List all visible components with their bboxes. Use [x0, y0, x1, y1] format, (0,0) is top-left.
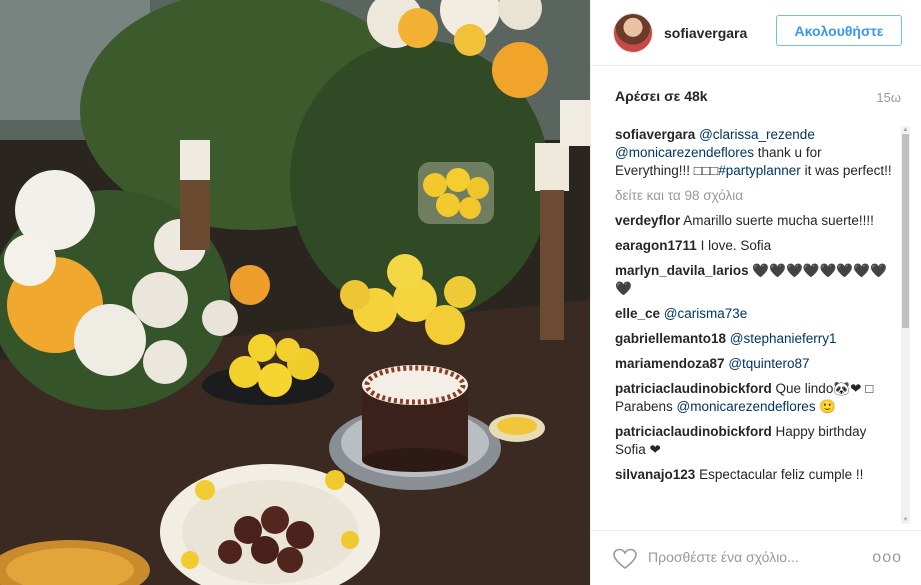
post-details-panel: sofiavergara Ακολουθήστε Αρέσει σε 48k 1…: [590, 0, 921, 585]
comment-author[interactable]: gabriellemanto18: [615, 331, 726, 346]
comment-mention[interactable]: @stephanieferry1: [726, 331, 837, 346]
more-options-icon[interactable]: ooo: [872, 549, 902, 567]
caption-text: it was perfect!!: [800, 163, 892, 178]
comment-author[interactable]: earagon1711: [615, 238, 697, 253]
profile-avatar[interactable]: [613, 12, 653, 53]
comment-item: marlyn_davila_larios 🖤🖤🖤🖤🖤🖤🖤🖤🖤: [615, 262, 895, 298]
comment-item: silvanajo123 Espectacular feliz cumple !…: [615, 466, 895, 484]
scroll-down-arrow-icon[interactable]: ▼: [901, 516, 910, 524]
comment-author[interactable]: marlyn_davila_larios: [615, 263, 749, 278]
header-username[interactable]: sofiavergara: [664, 25, 747, 41]
post-footer: Προσθέστε ένα σχόλιο... ooo: [591, 530, 921, 585]
scroll-up-arrow-icon[interactable]: ▲: [901, 126, 910, 134]
scrollbar-thumb[interactable]: [902, 134, 909, 328]
comment-item: patriciaclaudinobickford Que lindo🐼❤ □ P…: [615, 380, 895, 416]
caption-mention[interactable]: @monicarezendeflores: [615, 145, 754, 160]
comments-list[interactable]: sofiavergara @clarissa_rezende @monicare…: [615, 126, 895, 524]
comment-author[interactable]: verdeyflor: [615, 213, 680, 228]
instagram-post-view: sofiavergara Ακολουθήστε Αρέσει σε 48k 1…: [0, 0, 921, 585]
comment-text: Amarillo suerte mucha suerte!!!!: [680, 213, 874, 228]
follow-button[interactable]: Ακολουθήστε: [776, 15, 902, 46]
caption-mention[interactable]: @clarissa_rezende: [699, 127, 815, 142]
caption-author[interactable]: sofiavergara: [615, 127, 695, 142]
heart-outline-icon[interactable]: [613, 548, 637, 570]
comment-author[interactable]: mariamendoza87: [615, 356, 725, 371]
post-time[interactable]: 15ω: [876, 90, 901, 105]
comment-text: 🙂: [815, 399, 837, 414]
comment-text: I love. Sofia: [696, 238, 772, 253]
comment-item: earagon1711 I love. Sofia: [615, 237, 895, 255]
comment-item: verdeyflor Amarillo suerte mucha suerte!…: [615, 212, 895, 230]
likes-row: Αρέσει σε 48k 15ω: [615, 88, 901, 108]
caption-hashtag[interactable]: #partyplanner: [718, 163, 801, 178]
post-photo[interactable]: [0, 0, 590, 585]
comment-author[interactable]: patriciaclaudinobickford: [615, 381, 772, 396]
party-table-image: [0, 0, 590, 585]
comment-text: Espectacular feliz cumple !!: [695, 467, 864, 482]
comment-item: elle_ce @carisma73e: [615, 305, 895, 323]
post-header: sofiavergara Ακολουθήστε: [591, 0, 921, 66]
caption: sofiavergara @clarissa_rezende @monicare…: [615, 126, 895, 180]
comment-mention[interactable]: @monicarezendeflores: [677, 399, 816, 414]
comment-item: mariamendoza87 @tquintero87: [615, 355, 895, 373]
view-all-comments-link[interactable]: δείτε και τα 98 σχόλια: [615, 187, 895, 205]
comment-mention[interactable]: @tquintero87: [725, 356, 809, 371]
likes-count[interactable]: Αρέσει σε 48k: [615, 88, 708, 104]
comments-scrollbar[interactable]: ▲ ▼: [901, 126, 910, 524]
comment-item: gabriellemanto18 @stephanieferry1: [615, 330, 895, 348]
comment-author[interactable]: silvanajo123: [615, 467, 695, 482]
add-comment-input[interactable]: Προσθέστε ένα σχόλιο...: [648, 549, 799, 565]
comment-item: patriciaclaudinobickford Happy birthday …: [615, 423, 895, 459]
comment-author[interactable]: elle_ce: [615, 306, 660, 321]
comment-mention[interactable]: @carisma73e: [660, 306, 748, 321]
comment-author[interactable]: patriciaclaudinobickford: [615, 424, 772, 439]
